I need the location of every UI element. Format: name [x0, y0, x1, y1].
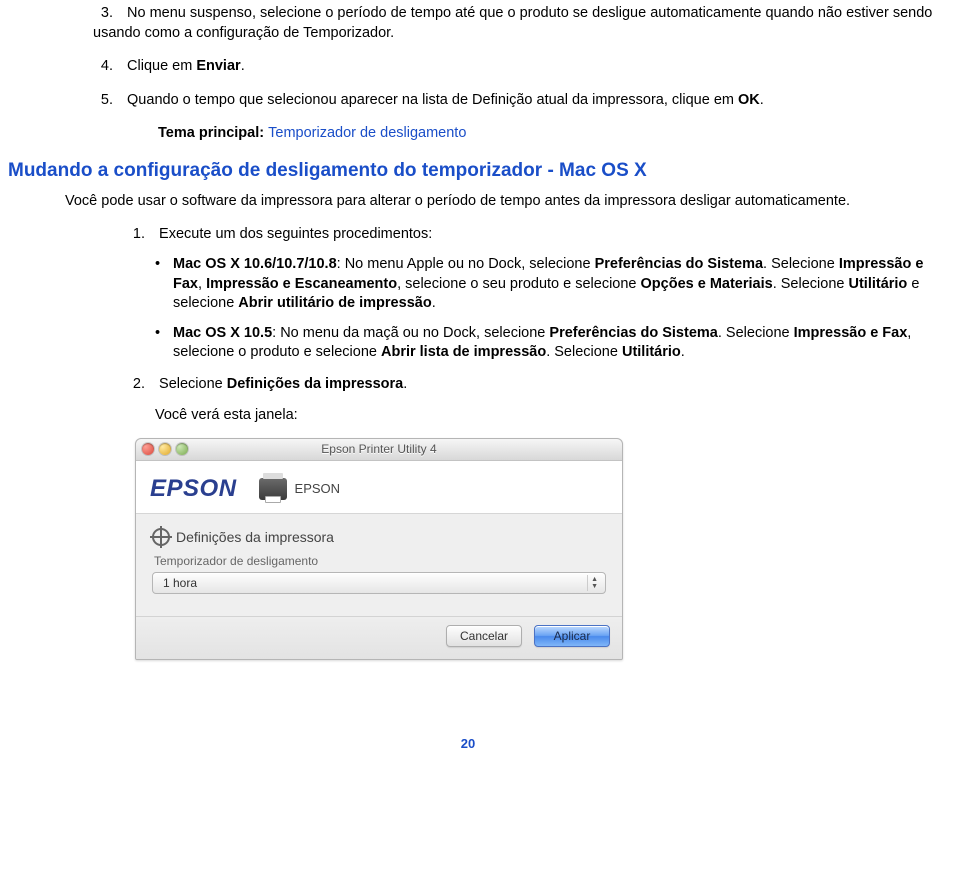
parent-topic-link[interactable]: Temporizador de desligamento — [268, 125, 466, 141]
list-item: 3. No menu suspenso, selecione o período… — [93, 4, 936, 43]
printer-name: EPSON — [295, 481, 341, 496]
select-value: 1 hora — [163, 576, 197, 590]
step-text: Clique em Enviar. — [127, 58, 245, 74]
caption: Você verá esta janela: — [125, 406, 936, 426]
step-number: 4. — [93, 57, 113, 77]
printer-icon — [259, 478, 287, 500]
list-item: 4. Clique em Enviar. — [93, 57, 936, 77]
cancel-button[interactable]: Cancelar — [446, 625, 522, 647]
step-number: 2. — [125, 375, 145, 395]
section-heading: Mudando a configuração de desligamento d… — [0, 160, 936, 182]
section-label: Temporizador de desligamento — [154, 554, 606, 568]
step-number: 3. — [93, 4, 113, 24]
list-item: Mac OS X 10.6/10.7/10.8: No menu Apple o… — [155, 255, 936, 314]
apply-button[interactable]: Aplicar — [534, 625, 610, 647]
intro-paragraph: Você pode usar o software da impressora … — [0, 192, 936, 212]
gear-icon — [152, 528, 170, 546]
list-item: Mac OS X 10.5: No menu da maçã ou no Doc… — [155, 324, 936, 363]
step-number: 5. — [93, 91, 113, 111]
list-item: 1. Execute um dos seguintes procedimento… — [125, 225, 936, 362]
titlebar: Epson Printer Utility 4 — [136, 439, 622, 461]
timer-select[interactable]: 1 hora ▲▼ — [152, 572, 606, 594]
epson-logo: EPSON — [150, 475, 237, 503]
brand-bar: EPSON EPSON — [136, 461, 622, 514]
step-text: Execute um dos seguintes procedimentos: — [159, 226, 432, 242]
step-number: 1. — [125, 225, 145, 245]
utility-window: Epson Printer Utility 4 EPSON EPSON Defi… — [135, 438, 623, 660]
panel-title: Definições da impressora — [152, 528, 606, 546]
parent-topic-line: Tema principal: Temporizador de desligam… — [93, 124, 936, 144]
window-title: Epson Printer Utility 4 — [136, 442, 622, 456]
step-text: Selecione Definições da impressora. — [159, 376, 407, 392]
page-number: 20 — [0, 736, 936, 751]
list-item: 2. Selecione Definições da impressora. V… — [125, 375, 936, 426]
step-text: No menu suspenso, selecione o período de… — [93, 5, 932, 41]
step-text: Quando o tempo que selecionou aparecer n… — [127, 92, 764, 108]
list-item: 5. Quando o tempo que selecionou aparece… — [93, 91, 936, 111]
chevron-up-down-icon: ▲▼ — [587, 575, 601, 591]
